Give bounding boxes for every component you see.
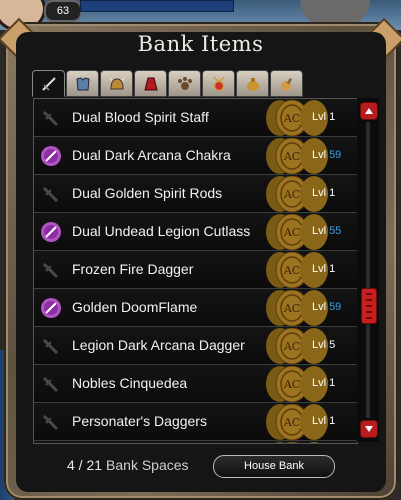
- tab-bags[interactable]: [236, 70, 269, 97]
- bank-item-name: Golden DoomFlame: [72, 299, 198, 315]
- bank-item-name: Dual Undead Legion Cutlass: [72, 223, 251, 239]
- bank-item-name: Personater's Daggers: [72, 413, 207, 429]
- arrow-down-icon: [365, 426, 373, 432]
- level-label: Lvl: [312, 301, 327, 313]
- bank-item-name: Legion Dark Arcana Dagger: [72, 337, 245, 353]
- amulet-icon: [212, 76, 225, 91]
- bank-item-level: Lvl 55: [312, 213, 341, 250]
- bank-item-row[interactable]: Dual Dark Arcana Chakra AC Lvl 59: [34, 137, 357, 175]
- bank-item-name: Nobles Cinquedea: [72, 375, 188, 391]
- level-label: Lvl: [312, 225, 327, 237]
- level-label: Lvl: [312, 187, 327, 199]
- bank-item-row[interactable]: Nobles Cinquedea AC Lvl 1: [34, 365, 357, 403]
- bank-item-row[interactable]: Personater's Dual SwordsACLvl1: [34, 441, 357, 443]
- dagger-icon: [42, 338, 59, 355]
- dagger-icon: [42, 376, 59, 393]
- bank-item-level: Lvl1: [312, 403, 335, 440]
- bank-space-count-value: 4 / 21: [67, 457, 103, 473]
- bank-item-row[interactable]: Frozen Fire Dagger AC Lvl 1: [34, 251, 357, 289]
- bank-item-level: Lvl 5: [312, 327, 335, 364]
- level-label: Lvl: [312, 339, 327, 351]
- dagger-icon: [42, 186, 59, 203]
- tab-amulets[interactable]: [202, 70, 235, 97]
- weapon-icon: [41, 76, 56, 91]
- bank-item-name: Dual Blood Spirit Staff: [72, 109, 209, 125]
- bank-item-level: Lvl1: [312, 99, 335, 136]
- svg-text:AC: AC: [283, 378, 300, 391]
- svg-text:AC: AC: [283, 226, 300, 239]
- tab-potions[interactable]: [270, 70, 303, 97]
- level-value: 59: [329, 149, 342, 161]
- bank-item-level: Lvl 59: [312, 137, 341, 174]
- pet-icon: [177, 76, 192, 90]
- bank-space-label: Bank Spaces: [106, 457, 189, 473]
- bank-item-level: Lvl1: [312, 175, 335, 212]
- tab-pets[interactable]: [168, 70, 201, 97]
- scroll-down-button[interactable]: [360, 420, 378, 438]
- member-orb-icon: [41, 146, 61, 166]
- tab-armor[interactable]: [66, 70, 99, 97]
- tab-weapons[interactable]: [32, 70, 65, 97]
- bank-item-list[interactable]: Dual Blood Spirit Staff AC Lvl 1 Dual Dark A…: [33, 98, 358, 444]
- bank-item-row[interactable]: Dual Undead Legion Cutlass AC Lvl 55: [34, 213, 357, 251]
- item-list-scrollbar[interactable]: [357, 98, 379, 442]
- bank-space-count: 4 / 21 Bank Spaces: [67, 457, 189, 473]
- level-value: 1: [329, 111, 336, 123]
- level-label: Lvl: [312, 111, 327, 123]
- svg-text:AC: AC: [283, 340, 300, 353]
- house-bank-button[interactable]: House Bank: [213, 455, 335, 478]
- bank-item-name: Dual Golden Spirit Rods: [72, 185, 223, 201]
- category-tabs: [32, 70, 303, 97]
- svg-text:AC: AC: [283, 416, 300, 429]
- svg-text:AC: AC: [283, 188, 300, 201]
- dagger-icon: [42, 110, 59, 127]
- member-orb-icon: [41, 222, 61, 242]
- armor-icon: [75, 76, 90, 90]
- bank-item-level: Lvl 59: [312, 289, 341, 326]
- svg-text:AC: AC: [283, 302, 300, 315]
- level-label: Lvl: [312, 377, 327, 389]
- bag-icon: [246, 77, 259, 91]
- bank-item-name: Dual Dark Arcana Chakra: [72, 147, 231, 163]
- bank-item-row[interactable]: Dual Golden Spirit Rods AC Lvl 1: [34, 175, 357, 213]
- level-label: Lvl: [312, 415, 327, 427]
- scroll-thumb[interactable]: [361, 288, 377, 324]
- bank-item-level: Lvl1: [312, 251, 335, 288]
- bank-title: Bank Items: [137, 32, 264, 56]
- level-value: 5: [329, 339, 336, 351]
- bank-footer: 4 / 21 Bank Spaces House Bank: [30, 452, 370, 478]
- level-label: Lvl: [312, 149, 327, 161]
- tab-capes[interactable]: [134, 70, 167, 97]
- level-value: 1: [329, 377, 336, 389]
- svg-text:AC: AC: [283, 264, 300, 277]
- dagger-icon: [42, 414, 59, 431]
- svg-text:AC: AC: [283, 112, 300, 125]
- helm-icon: [108, 76, 125, 89]
- level-value: 1: [329, 415, 336, 427]
- scroll-track[interactable]: [366, 122, 370, 418]
- level-label: Lvl: [312, 263, 327, 275]
- member-orb-icon: [41, 298, 61, 318]
- potion-icon: [280, 77, 292, 91]
- bank-item-row[interactable]: Golden DoomFlame AC Lvl 59: [34, 289, 357, 327]
- scroll-up-button[interactable]: [360, 102, 378, 120]
- bank-item-row[interactable]: Personater's Daggers AC Lvl 1: [34, 403, 357, 441]
- player-health-bar: [80, 0, 234, 12]
- level-value: 1: [329, 263, 336, 275]
- bank-item-name: Personater's Dual Swords: [72, 441, 233, 443]
- arrow-up-icon: [365, 108, 373, 114]
- level-value: 59: [329, 301, 342, 313]
- bank-item-name: Frozen Fire Dagger: [72, 261, 194, 277]
- level-value: 1: [329, 187, 336, 199]
- dagger-icon: [42, 262, 59, 279]
- bank-item-level: Lvl1: [312, 365, 335, 402]
- player-level-badge: 63: [44, 0, 82, 22]
- tab-helms[interactable]: [100, 70, 133, 97]
- svg-text:AC: AC: [283, 150, 300, 163]
- bank-item-row[interactable]: Dual Blood Spirit Staff AC Lvl 1: [34, 99, 357, 137]
- cape-icon: [143, 77, 158, 90]
- bank-item-row[interactable]: Legion Dark Arcana Dagger AC Lvl 5: [34, 327, 357, 365]
- bank-item-level: Lvl1: [312, 441, 335, 443]
- level-value: 55: [329, 225, 342, 237]
